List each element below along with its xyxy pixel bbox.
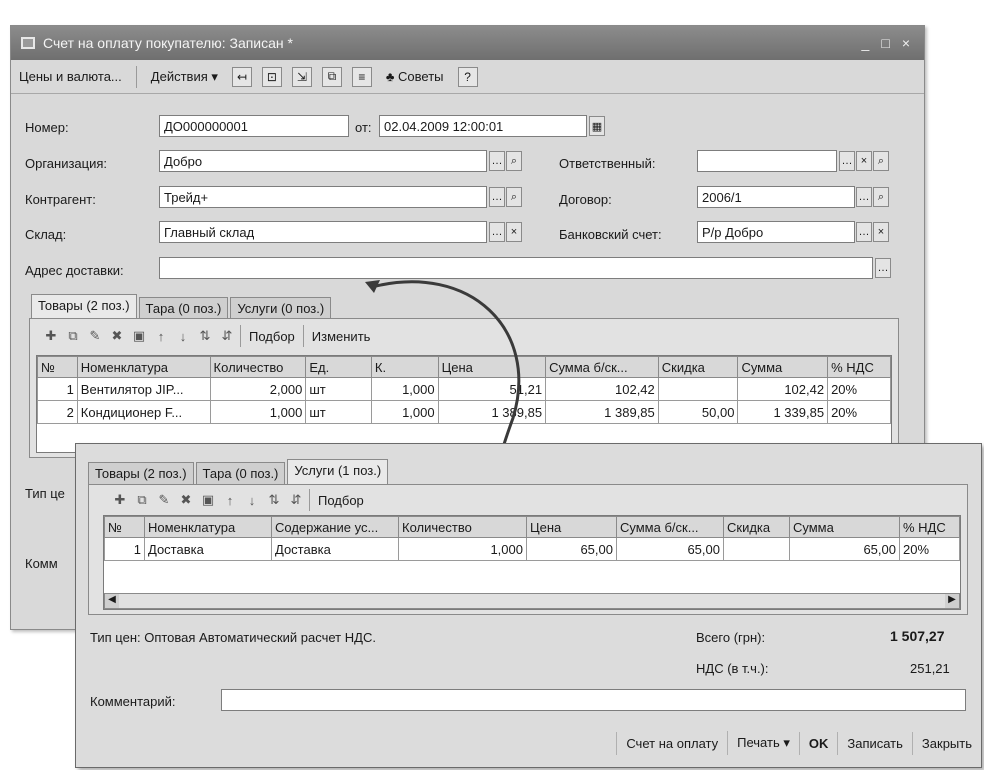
invoice-print-button[interactable]: Счет на оплату <box>616 731 727 755</box>
sort-asc-icon[interactable]: ⇅ <box>265 491 283 509</box>
cell <box>723 537 790 561</box>
cell: 65,00 <box>789 537 900 561</box>
col-header[interactable]: % НДС <box>899 516 960 538</box>
copy-row-icon[interactable]: ⧉ <box>133 491 151 509</box>
tab-goods[interactable]: Товары (2 поз.) <box>88 462 194 484</box>
end-edit-icon[interactable]: ▣ <box>199 491 217 509</box>
add-row-icon[interactable]: ✚ <box>111 491 129 509</box>
close-button[interactable]: Закрыть <box>911 731 981 755</box>
table-header: № Номенклатура Содержание ус... Количест… <box>104 516 960 538</box>
total-label: Всего (грн): <box>696 630 766 645</box>
cell: 65,00 <box>616 537 724 561</box>
col-header[interactable]: Цена <box>526 516 617 538</box>
vat-value: 251,21 <box>910 661 950 676</box>
sort-desc-icon[interactable]: ⇵ <box>287 491 305 509</box>
select-button[interactable]: Подбор <box>314 491 368 510</box>
col-header[interactable]: Сумма <box>789 516 900 538</box>
services-tab-window: Товары (2 поз.) Тара (0 поз.) Услуги (1 … <box>75 443 982 768</box>
cell: Доставка <box>271 537 399 561</box>
scroll-left-icon[interactable]: ◀ <box>105 594 119 608</box>
horizontal-scrollbar[interactable]: ◀ ▶ <box>104 593 960 609</box>
cell: 1,000 <box>398 537 527 561</box>
tab-panel: ✚ ⧉ ✎ ✖ ▣ ↑ ↓ ⇅ ⇵ Подбор № Номенклатура <box>88 484 968 615</box>
edit-row-icon[interactable]: ✎ <box>155 491 173 509</box>
save-button[interactable]: Записать <box>837 731 912 755</box>
cell: 1 <box>104 537 145 561</box>
col-header[interactable]: № <box>104 516 145 538</box>
move-down-icon[interactable]: ↓ <box>243 491 261 509</box>
total-value: 1 507,27 <box>890 628 945 644</box>
scroll-right-icon[interactable]: ▶ <box>945 594 959 608</box>
table-row[interactable]: 1 Доставка Доставка 1,000 65,00 65,00 65… <box>104 537 960 561</box>
comment-label: Комментарий: <box>90 694 176 709</box>
comment-field[interactable] <box>221 689 966 711</box>
panel-toolbar: ✚ ⧉ ✎ ✖ ▣ ↑ ↓ ⇅ ⇵ Подбор <box>111 489 368 511</box>
print-menu-button[interactable]: Печать ▾ <box>727 731 799 755</box>
delete-row-icon[interactable]: ✖ <box>177 491 195 509</box>
tab-strip: Товары (2 поз.) Тара (0 поз.) Услуги (1 … <box>88 459 390 484</box>
cell: Доставка <box>144 537 272 561</box>
col-header[interactable]: Сумма б/ск... <box>616 516 724 538</box>
toolbar-separator <box>309 489 310 511</box>
cell: 65,00 <box>526 537 617 561</box>
ok-button[interactable]: OK <box>798 731 838 755</box>
col-header[interactable]: Скидка <box>723 516 790 538</box>
vat-label: НДС (в т.ч.): <box>696 661 769 676</box>
col-header[interactable]: Количество <box>398 516 527 538</box>
tab-services[interactable]: Услуги (1 поз.) <box>287 459 389 484</box>
col-header[interactable]: Содержание ус... <box>271 516 399 538</box>
col-header[interactable]: Номенклатура <box>144 516 272 538</box>
cell: 20% <box>899 537 960 561</box>
tab-packaging[interactable]: Тара (0 поз.) <box>195 462 286 484</box>
price-type-info: Тип цен: Оптовая Автоматический расчет Н… <box>90 630 376 645</box>
button-bar: Счет на оплату Печать ▾ OK Записать Закр… <box>76 728 981 758</box>
services-table[interactable]: № Номенклатура Содержание ус... Количест… <box>103 515 961 610</box>
move-up-icon[interactable]: ↑ <box>221 491 239 509</box>
